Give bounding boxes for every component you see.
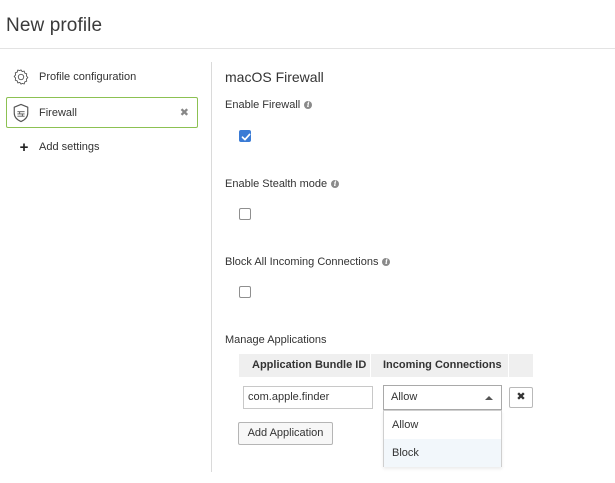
sidebar-divider [211,62,212,472]
sidebar-item-label: Profile configuration [39,71,137,83]
sidebar-item-label: Firewall [39,106,77,119]
bundle-id-input[interactable]: com.apple.finder [243,386,373,409]
block-incoming-label-text: Block All Incoming Connections [225,256,379,268]
column-divider [508,354,509,377]
info-icon[interactable]: i [382,258,391,266]
stealth-mode-label: Enable Stealth mode i [225,178,340,190]
dropdown-option-block[interactable]: Block [384,439,501,467]
block-incoming-checkbox[interactable] [239,286,251,298]
incoming-connections-select[interactable]: Allow [383,385,502,410]
caret-up-icon [485,396,493,400]
sidebar-item-add-settings[interactable]: + Add settings [6,132,198,162]
info-icon[interactable]: i [331,180,340,188]
add-application-button[interactable]: Add Application [238,422,333,445]
sidebar-item-label: Add settings [39,141,100,153]
sidebar-item-firewall[interactable]: Firewall ✖ [6,97,198,128]
sidebar-item-profile-configuration[interactable]: Profile configuration [6,62,198,92]
info-icon[interactable]: i [304,101,313,109]
enable-firewall-checkbox[interactable] [239,130,251,142]
firewall-shield-icon [11,103,31,123]
block-incoming-label: Block All Incoming Connections i [225,256,391,268]
column-divider [370,354,371,377]
delete-row-button[interactable]: ✖ [509,387,533,408]
stealth-mode-label-text: Enable Stealth mode [225,178,328,190]
close-icon[interactable]: ✖ [180,106,189,119]
incoming-connections-dropdown: Allow Block [383,410,502,467]
applications-table-header: Application Bundle ID Incoming Connectio… [239,354,533,377]
plus-icon: + [19,138,29,156]
manage-applications-label: Manage Applications [225,334,327,346]
stealth-mode-checkbox[interactable] [239,208,251,220]
column-header-incoming: Incoming Connections [383,359,502,371]
enable-firewall-label-text: Enable Firewall [225,99,301,111]
enable-firewall-label: Enable Firewall i [225,99,313,111]
dropdown-option-allow[interactable]: Allow [384,411,501,439]
section-title: macOS Firewall [225,69,324,85]
page-title: New profile [6,15,103,36]
column-header-bundle-id: Application Bundle ID [252,359,367,371]
checkmark-icon [241,133,251,141]
header-divider [0,48,615,49]
select-value: Allow [391,391,418,403]
gear-icon [11,67,31,87]
